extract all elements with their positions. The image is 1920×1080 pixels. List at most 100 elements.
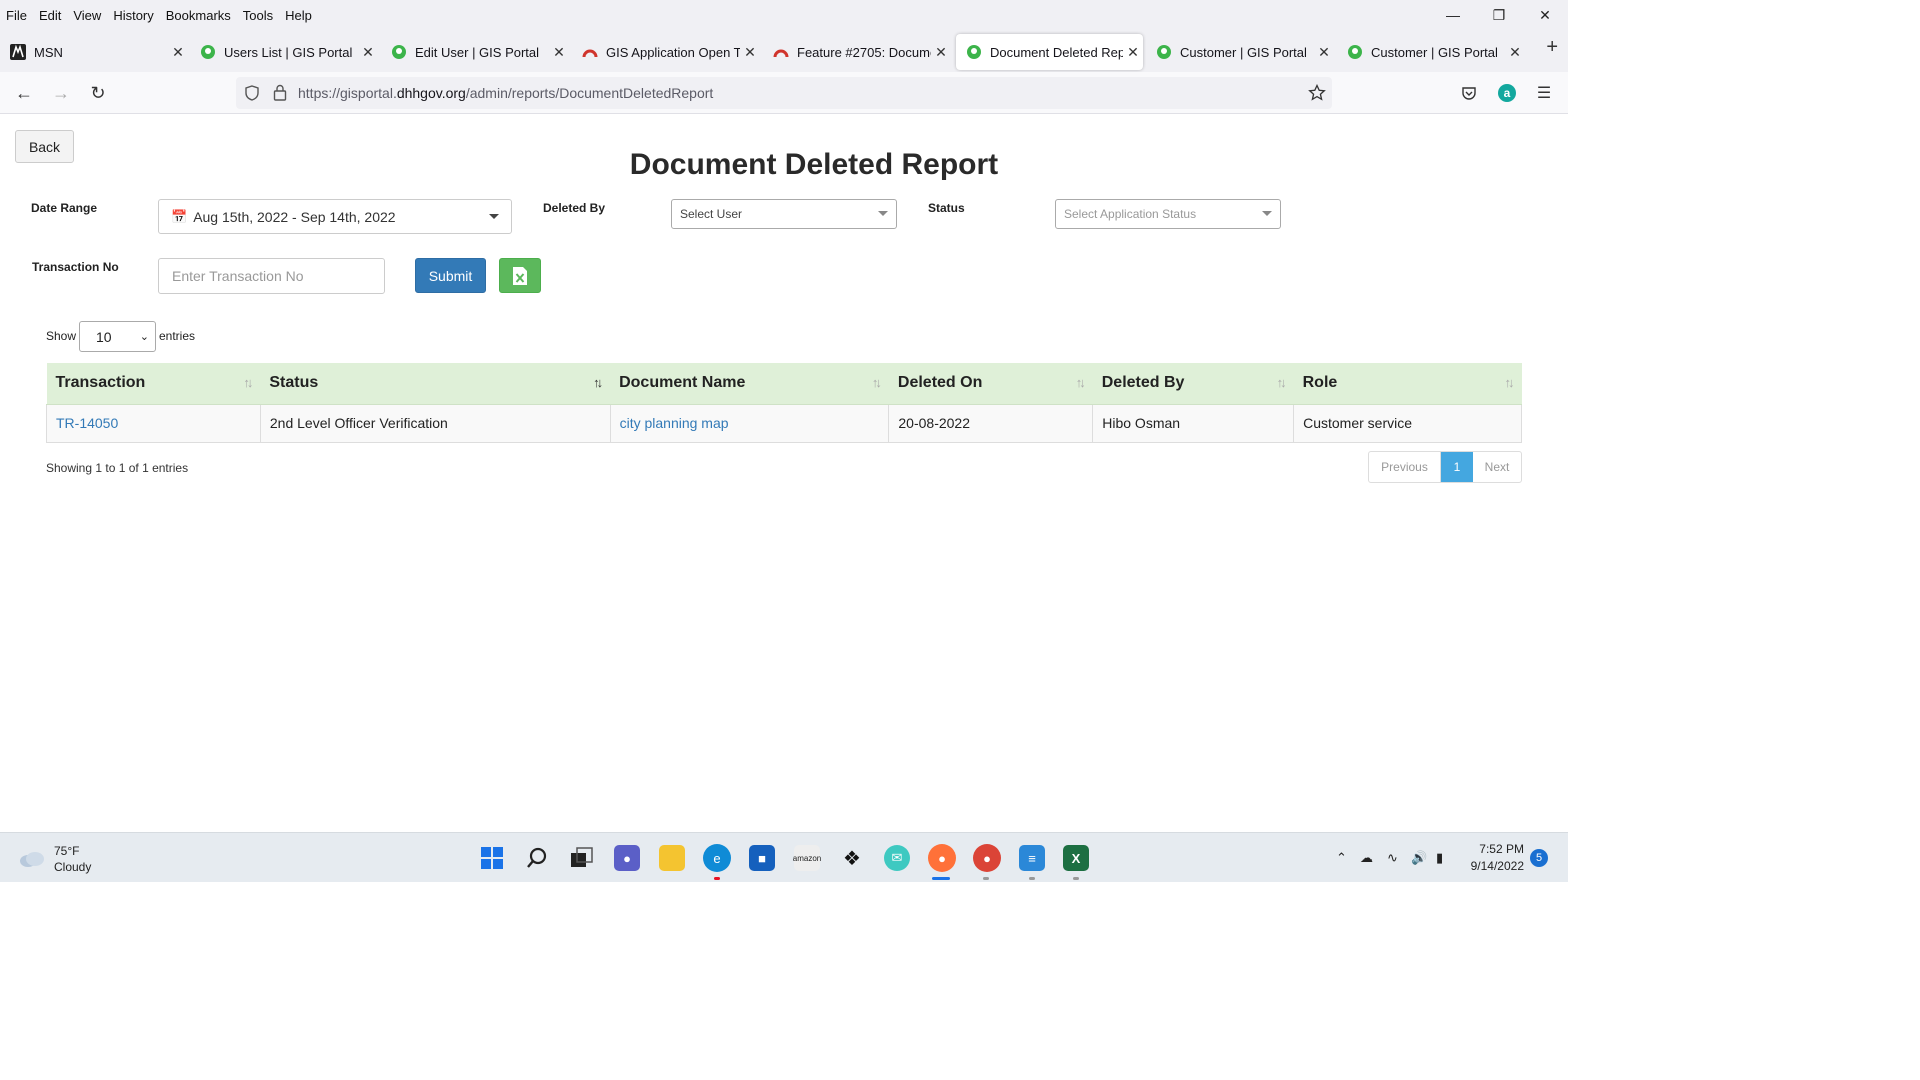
- dropbox-icon[interactable]: ❖: [839, 845, 865, 871]
- column-header-transaction[interactable]: Transaction ↑↓: [46, 363, 261, 405]
- hamburger-menu-icon[interactable]: ☰: [1532, 81, 1556, 105]
- menu-history[interactable]: History: [107, 8, 159, 23]
- page-1-button[interactable]: 1: [1441, 452, 1473, 482]
- status-select[interactable]: Select Application Status: [1055, 199, 1281, 229]
- gis-portal-icon: [392, 45, 406, 59]
- sort-icon: ↑↓: [1276, 375, 1287, 390]
- chrome-icon[interactable]: ●: [973, 844, 1001, 872]
- minimize-icon[interactable]: —: [1430, 0, 1476, 30]
- search-icon[interactable]: [525, 846, 549, 870]
- menu-help[interactable]: Help: [279, 8, 318, 23]
- cell-document-name: city planning map: [609, 404, 890, 443]
- pagination: Previous 1 Next: [1368, 451, 1522, 483]
- document-link[interactable]: city planning map: [620, 415, 729, 431]
- reload-icon[interactable]: ↻: [86, 81, 110, 105]
- submit-button[interactable]: Submit: [415, 258, 486, 293]
- status-label: Status: [928, 201, 965, 215]
- restore-icon[interactable]: ❐: [1476, 0, 1522, 30]
- previous-page-button[interactable]: Previous: [1369, 452, 1441, 482]
- column-header-deleted-by[interactable]: Deleted By ↑↓: [1092, 363, 1294, 405]
- close-window-icon[interactable]: ✕: [1522, 0, 1568, 30]
- system-clock[interactable]: 7:52 PM 9/14/2022: [1471, 841, 1524, 875]
- menu-bookmarks[interactable]: Bookmarks: [160, 8, 237, 23]
- close-icon[interactable]: ✕: [1314, 44, 1334, 61]
- excel-icon[interactable]: X: [1063, 845, 1089, 871]
- chevron-up-icon[interactable]: ⌃: [1336, 850, 1347, 866]
- task-view-icon[interactable]: [570, 847, 594, 869]
- tab-title: Edit User | GIS Portal: [415, 44, 540, 60]
- url-text[interactable]: https://gisportal.dhhgov.org/admin/repor…: [298, 85, 713, 101]
- cell-role: Customer service: [1293, 404, 1522, 443]
- teams-chat-icon[interactable]: ●: [614, 845, 640, 871]
- close-icon[interactable]: ✕: [1505, 44, 1525, 61]
- messaging-icon[interactable]: ✉: [884, 845, 910, 871]
- forward-arrow-icon[interactable]: →: [49, 81, 73, 105]
- excel-file-icon: [513, 266, 527, 285]
- back-arrow-icon[interactable]: ←: [12, 81, 36, 105]
- tab-edit-user[interactable]: Edit User | GIS Portal ✕: [381, 34, 569, 70]
- notification-badge[interactable]: 5: [1530, 849, 1548, 867]
- menu-edit[interactable]: Edit: [33, 8, 67, 23]
- pocket-icon[interactable]: [1461, 85, 1477, 101]
- active-indicator: [932, 877, 950, 880]
- microsoft-store-icon[interactable]: ■: [749, 845, 775, 871]
- close-icon[interactable]: ✕: [740, 44, 760, 61]
- caret-down-icon: [878, 211, 888, 216]
- extension-icon[interactable]: a: [1498, 84, 1516, 102]
- deleted-by-value: Select User: [680, 207, 743, 221]
- column-header-deleted-on[interactable]: Deleted On ↑↓: [888, 363, 1093, 405]
- address-bar[interactable]: https://gisportal.dhhgov.org/admin/repor…: [236, 77, 1332, 109]
- date-range-picker[interactable]: 📅 Aug 15th, 2022 - Sep 14th, 2022: [158, 199, 512, 234]
- calendar-icon: 📅: [171, 208, 188, 224]
- app-icon: [773, 49, 789, 58]
- table-row: TR-14050 2nd Level Officer Verification …: [46, 404, 1522, 443]
- windows-start-icon[interactable]: [480, 846, 504, 870]
- tab-feature[interactable]: Feature #2705: Documen ✕: [763, 34, 951, 70]
- battery-icon[interactable]: ▮: [1436, 850, 1443, 866]
- amazon-icon[interactable]: amazon: [793, 845, 821, 871]
- tab-customer[interactable]: Customer | GIS Portal ✕: [1146, 34, 1334, 70]
- notepad-icon[interactable]: ≡: [1019, 845, 1045, 871]
- close-icon[interactable]: ✕: [1123, 44, 1143, 61]
- gis-portal-icon: [967, 45, 981, 59]
- new-tab-icon[interactable]: +: [1546, 36, 1558, 59]
- tab-title: Customer | GIS Portal: [1180, 44, 1307, 60]
- column-header-document-name[interactable]: Document Name ↑↓: [610, 363, 889, 405]
- app-icon: [582, 49, 598, 58]
- weather-widget[interactable]: 75°F Cloudy: [18, 843, 91, 875]
- tab-msn[interactable]: MSN ✕: [0, 34, 188, 70]
- wifi-icon[interactable]: ∿: [1387, 850, 1398, 866]
- page-content: Back Document Deleted Report Date Range …: [0, 114, 1568, 832]
- tab-gis-application[interactable]: GIS Application Open Ti ✕: [572, 34, 760, 70]
- transaction-link[interactable]: TR-14050: [56, 415, 118, 431]
- onedrive-icon[interactable]: ☁: [1360, 850, 1373, 866]
- bookmark-star-icon[interactable]: [1308, 84, 1326, 102]
- column-header-role[interactable]: Role ↑↓: [1293, 363, 1522, 405]
- tab-customer[interactable]: Customer | GIS Portal ✕: [1337, 34, 1525, 70]
- volume-icon[interactable]: 🔊: [1411, 850, 1427, 866]
- cloud-icon: [20, 852, 44, 867]
- transaction-no-input[interactable]: Enter Transaction No: [158, 258, 385, 294]
- menu-tools[interactable]: Tools: [237, 8, 279, 23]
- file-explorer-icon[interactable]: [659, 845, 685, 871]
- edge-browser-icon[interactable]: e: [703, 844, 731, 872]
- menu-view[interactable]: View: [67, 8, 107, 23]
- date-range-value: Aug 15th, 2022 - Sep 14th, 2022: [193, 208, 396, 225]
- close-icon[interactable]: ✕: [549, 44, 569, 61]
- next-page-button[interactable]: Next: [1473, 452, 1521, 482]
- tab-users-list[interactable]: Users List | GIS Portal ✕: [190, 34, 378, 70]
- shield-icon[interactable]: [244, 85, 260, 101]
- entries-per-page-select[interactable]: 10 ⌄: [79, 321, 156, 352]
- export-excel-button[interactable]: [499, 258, 541, 293]
- tab-document-deleted-report[interactable]: Document Deleted Repo ✕: [956, 34, 1143, 70]
- close-icon[interactable]: ✕: [931, 44, 951, 61]
- column-header-status[interactable]: Status ↑↓: [260, 363, 611, 405]
- open-indicator: [1029, 877, 1035, 880]
- caret-down-icon: [1262, 211, 1272, 216]
- close-icon[interactable]: ✕: [358, 44, 378, 61]
- deleted-by-select[interactable]: Select User: [671, 199, 897, 229]
- menu-file[interactable]: File: [0, 8, 33, 23]
- lock-icon[interactable]: [273, 84, 287, 101]
- close-icon[interactable]: ✕: [168, 44, 188, 61]
- firefox-icon[interactable]: ●: [928, 844, 956, 872]
